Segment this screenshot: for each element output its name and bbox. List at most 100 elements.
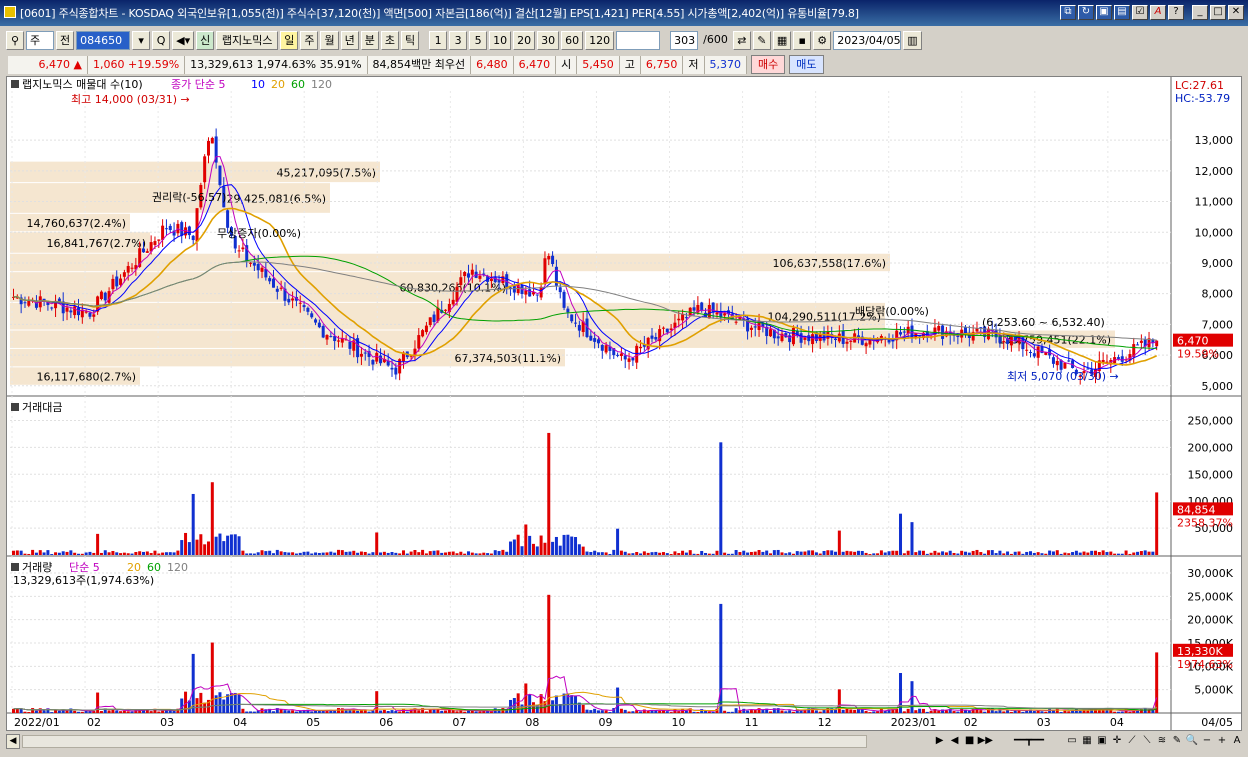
period-year[interactable]: 년 xyxy=(340,31,359,50)
period-tick[interactable]: 틱 xyxy=(400,31,420,50)
count-input[interactable]: 303 xyxy=(670,31,699,50)
interval-20[interactable]: 20 xyxy=(513,31,536,50)
chart-icon[interactable]: ▤ xyxy=(1114,5,1130,20)
window-titlebar: [0601] 주식종합차트 - KOSDAQ 외국인보유[1,055(천)] 주… xyxy=(0,0,1248,26)
calendar-icon[interactable]: ▥ xyxy=(903,31,922,50)
zoom-icon[interactable]: ⇄ xyxy=(732,31,751,50)
market-select[interactable]: 주 xyxy=(26,31,54,50)
amount-bar xyxy=(730,553,734,555)
x-tick-label: 02 xyxy=(964,716,978,729)
sell-button[interactable]: 매도 xyxy=(789,55,824,74)
close-button[interactable]: ✕ xyxy=(1228,5,1244,20)
amount-bar xyxy=(256,552,260,555)
volume-bar xyxy=(818,711,822,713)
amount-bar xyxy=(1128,553,1132,555)
tool-icon[interactable]: ✎ xyxy=(752,31,771,50)
amount-bar xyxy=(684,552,688,555)
amount-bar xyxy=(570,536,574,555)
volume-bar xyxy=(333,710,337,713)
period-day[interactable]: 일 xyxy=(280,31,299,50)
amount-bar xyxy=(1094,550,1098,555)
stock-chart-svg[interactable]: 16,117,680(2.7%)67,374,503(11.1%)133,759… xyxy=(7,77,1241,730)
last-amount-pct: 2358.37% xyxy=(1177,516,1233,529)
layout-icon[interactable]: ▭ xyxy=(1065,734,1079,749)
fast-forward-icon[interactable]: ▶▶ xyxy=(978,734,993,749)
custom-interval-input[interactable] xyxy=(616,31,661,50)
period-week[interactable]: 주 xyxy=(300,31,319,50)
trend-tool-icon[interactable]: ⟍ xyxy=(1140,734,1154,749)
amount-bar xyxy=(245,553,249,555)
interval-120[interactable]: 120 xyxy=(585,31,615,50)
amount-bar xyxy=(1002,553,1006,555)
maximize-button[interactable]: □ xyxy=(1210,5,1226,20)
checkbox-icon[interactable]: ☑ xyxy=(1132,5,1148,20)
scroll-left-button[interactable]: ◀ xyxy=(6,734,20,749)
all-button[interactable]: 전 xyxy=(56,31,75,50)
search-icon[interactable]: Q xyxy=(152,31,171,50)
volume-bar xyxy=(707,711,711,713)
prev-icon[interactable]: ◀ xyxy=(948,734,962,749)
pin-icon[interactable]: ⚲ xyxy=(6,31,24,50)
scroll-track[interactable] xyxy=(22,735,867,748)
volume-bar xyxy=(15,708,19,713)
play-icon[interactable]: ▶ xyxy=(933,734,947,749)
volume-bar xyxy=(23,711,27,713)
amount-bar xyxy=(1051,551,1055,555)
buy-button[interactable]: 매수 xyxy=(751,55,786,74)
crosshair-icon[interactable]: ✛ xyxy=(1110,734,1124,749)
amount-bar xyxy=(948,550,952,555)
grid-icon[interactable]: ▦ xyxy=(1080,734,1094,749)
link-icon[interactable]: ⧉ xyxy=(1060,5,1076,20)
code-dropdown-icon[interactable]: ▾ xyxy=(132,31,151,50)
amount-bar xyxy=(1105,552,1109,555)
interval-10[interactable]: 10 xyxy=(489,31,512,50)
chart-area[interactable]: 16,117,680(2.7%) 67,374,503(11.1%) 133,759… xyxy=(6,76,1242,731)
pen-icon[interactable]: ✎ xyxy=(1170,734,1184,749)
volume-bar xyxy=(57,710,61,713)
speaker-icon[interactable]: ◀▾ xyxy=(172,31,195,50)
amount-bar xyxy=(325,552,329,555)
amount-bar xyxy=(509,541,513,555)
amount-bar xyxy=(589,551,593,555)
amount-bar xyxy=(46,550,50,555)
stop-icon[interactable]: ■ xyxy=(963,734,977,749)
interval-1[interactable]: 1 xyxy=(429,31,448,50)
window-icon[interactable]: ▣ xyxy=(1096,5,1112,20)
stock-code-input[interactable]: 084650 xyxy=(76,31,131,50)
fib-icon[interactable]: ≋ xyxy=(1155,734,1169,749)
interval-5[interactable]: 5 xyxy=(469,31,488,50)
panel-icon[interactable]: ▣ xyxy=(1095,734,1109,749)
minus-icon[interactable]: − xyxy=(1200,734,1214,749)
amount-bar xyxy=(252,553,256,555)
settings-icon[interactable]: ⚙ xyxy=(813,31,832,50)
amount-bar xyxy=(1136,551,1140,555)
font-size-icon[interactable]: A xyxy=(1230,734,1244,749)
period-second[interactable]: 초 xyxy=(380,31,399,50)
minimize-button[interactable]: _ xyxy=(1192,5,1208,20)
help-icon[interactable]: ? xyxy=(1168,5,1184,20)
period-minute[interactable]: 분 xyxy=(360,31,379,50)
interval-30[interactable]: 30 xyxy=(537,31,560,50)
volume-bar xyxy=(704,711,708,713)
refresh-icon[interactable]: ↻ xyxy=(1078,5,1094,20)
slider-icon[interactable]: ━━┳━━ xyxy=(994,734,1064,749)
date-input[interactable]: 2023/04/05 xyxy=(833,31,902,50)
amount-bar xyxy=(921,550,925,555)
zoom-out-icon[interactable]: 🔍 xyxy=(1185,734,1199,749)
font-icon[interactable]: A xyxy=(1150,5,1166,20)
interval-60[interactable]: 60 xyxy=(561,31,584,50)
save-icon[interactable]: ▪ xyxy=(793,31,812,50)
line-tool-icon[interactable]: ⟋ xyxy=(1125,734,1139,749)
volume-bar xyxy=(73,710,77,713)
indicator-icon[interactable]: ▦ xyxy=(772,31,792,50)
amount-bar xyxy=(849,551,853,555)
candle-body xyxy=(291,298,295,301)
candle-body xyxy=(723,313,727,316)
stock-name-label[interactable]: 랩지노믹스 xyxy=(216,31,279,50)
amount-bar xyxy=(466,551,470,555)
amount-bar xyxy=(27,553,31,555)
period-month[interactable]: 월 xyxy=(320,31,339,50)
interval-3[interactable]: 3 xyxy=(449,31,468,50)
plus-icon[interactable]: + xyxy=(1215,734,1229,749)
y-tick-label: 30,000K xyxy=(1187,567,1233,580)
